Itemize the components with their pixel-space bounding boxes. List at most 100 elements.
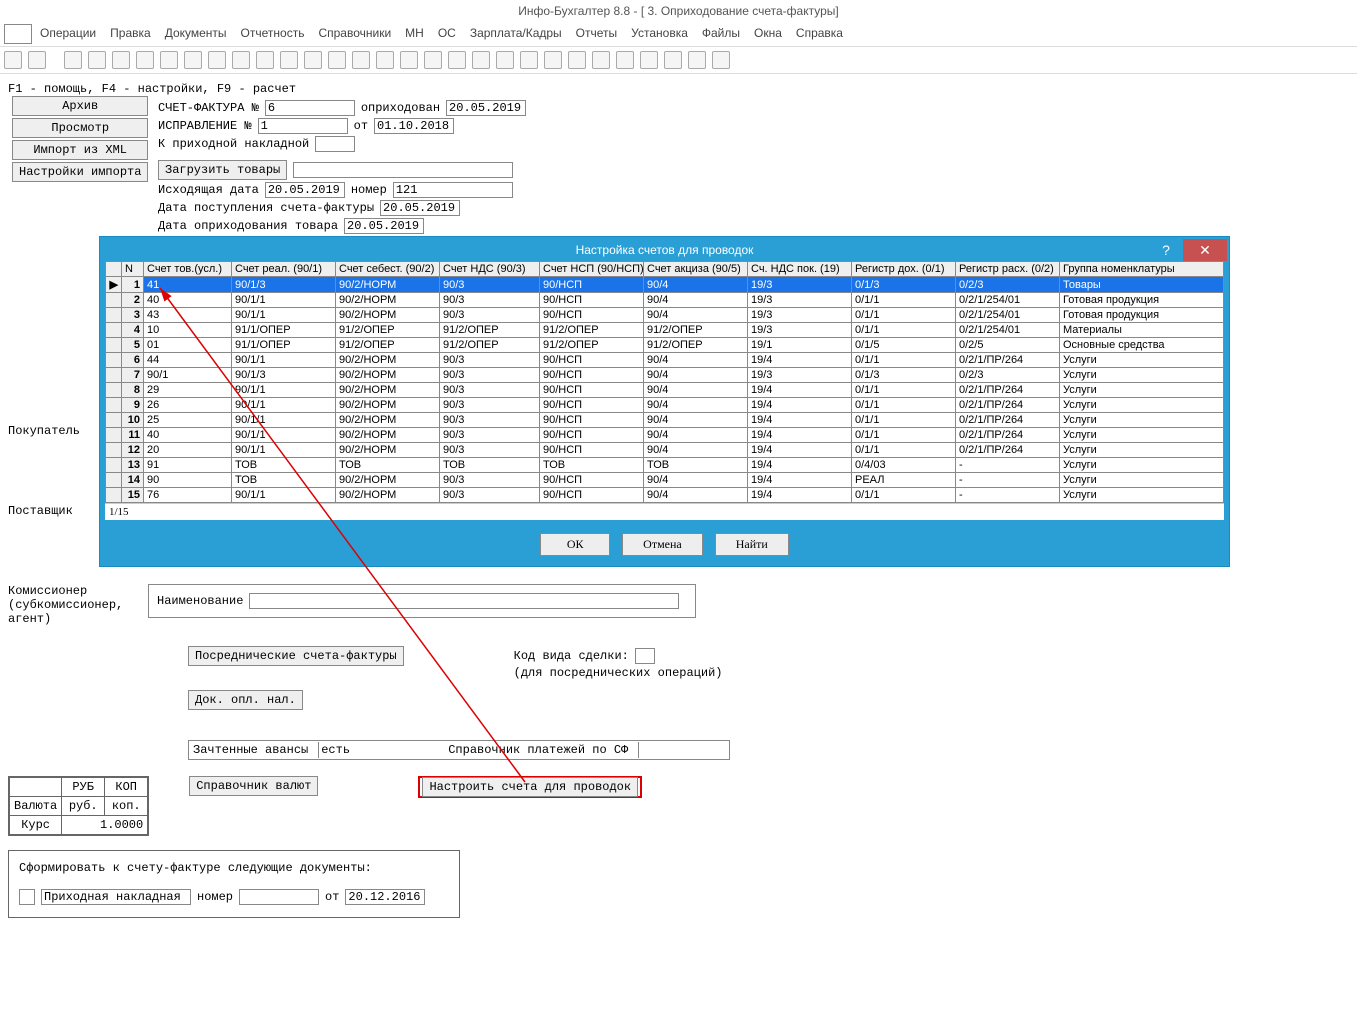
table-row[interactable]: 1391ТОВТОВТОВТОВТОВ19/40/4/03-Услуги (106, 458, 1224, 473)
table-header[interactable]: Регистр расх. (0/2) (956, 262, 1060, 277)
toolbar-icon[interactable] (592, 51, 610, 69)
table-header[interactable]: Счет реал. (90/1) (232, 262, 336, 277)
table-header[interactable]: Счет тов.(усл.) (144, 262, 232, 277)
sf-recv-date[interactable] (380, 200, 460, 216)
table-row[interactable]: 50191/1/ОПЕР91/2/ОПЕР91/2/ОПЕР91/2/ОПЕР9… (106, 338, 1224, 353)
out-date-input[interactable] (265, 182, 345, 198)
toolbar-icon[interactable] (688, 51, 706, 69)
cancel-button[interactable]: Отмена (622, 533, 703, 556)
menu-operations[interactable]: Операции (34, 24, 102, 44)
table-row[interactable]: 102590/1/190/2/НОРМ90/390/НСП90/419/40/1… (106, 413, 1224, 428)
toolbar-icon[interactable] (400, 51, 418, 69)
menu-salary[interactable]: Зарплата/Кадры (464, 24, 568, 44)
help-icon[interactable]: ? (1151, 239, 1181, 261)
toolbar-icon[interactable] (520, 51, 538, 69)
toolbar-icon[interactable] (544, 51, 562, 69)
configure-accounts-button[interactable]: Настроить счета для проводок (422, 777, 638, 797)
menu-windows[interactable]: Окна (748, 24, 788, 44)
table-row[interactable]: 34390/1/190/2/НОРМ90/390/НСП90/419/30/1/… (106, 308, 1224, 323)
preview-button[interactable]: Просмотр (12, 118, 148, 138)
table-row[interactable]: 1490ТОВ90/2/НОРМ90/390/НСП90/419/4РЕАЛ-У… (106, 473, 1224, 488)
cut-icon[interactable] (64, 51, 82, 69)
accounts-table[interactable]: NСчет тов.(усл.)Счет реал. (90/1)Счет се… (105, 261, 1224, 503)
toolbar-icon[interactable] (304, 51, 322, 69)
toolbar-icon[interactable] (712, 51, 730, 69)
toolbar-icon[interactable] (496, 51, 514, 69)
to-invoice-input[interactable] (315, 136, 355, 152)
deal-code-input[interactable] (635, 648, 655, 664)
sf-posted-date[interactable] (446, 100, 526, 116)
currency-ref-button[interactable]: Справочник валют (189, 776, 318, 796)
table-header[interactable]: Счет НДС (90/3) (440, 262, 540, 277)
menu-mn[interactable]: МН (399, 24, 430, 44)
archive-button[interactable]: Архив (12, 96, 148, 116)
toolbar-icon[interactable] (184, 51, 202, 69)
corr-from-date[interactable] (374, 118, 454, 134)
toolbar-icon[interactable] (616, 51, 634, 69)
sf-number-input[interactable] (265, 100, 355, 116)
load-goods-button[interactable]: Загрузить товары (158, 160, 287, 180)
doc-num-input[interactable] (239, 889, 319, 905)
table-header[interactable]: N (122, 262, 144, 277)
menu-documents[interactable]: Документы (159, 24, 233, 44)
import-xml-button[interactable]: Импорт из XML (12, 140, 148, 160)
table-header[interactable]: Сч. НДС пок. (19) (748, 262, 852, 277)
toolbar-icon[interactable] (232, 51, 250, 69)
toolbar-icon[interactable] (568, 51, 586, 69)
table-header[interactable]: Счет акциза (90/5) (644, 262, 748, 277)
copy-icon[interactable] (88, 51, 106, 69)
table-header[interactable]: Счет себест. (90/2) (336, 262, 440, 277)
menu-files[interactable]: Файлы (696, 24, 746, 44)
goods-date-input[interactable] (344, 218, 424, 234)
doc-check[interactable] (19, 889, 35, 905)
doc-from-date[interactable] (345, 889, 425, 905)
toolbar-icon[interactable] (280, 51, 298, 69)
toolbar-icon[interactable] (136, 51, 154, 69)
intermediary-sf-button[interactable]: Посреднические счета-фактуры (188, 646, 404, 666)
toolbar-icon[interactable] (208, 51, 226, 69)
table-row[interactable]: 114090/1/190/2/НОРМ90/390/НСП90/419/40/1… (106, 428, 1224, 443)
toolbar-icon[interactable] (328, 51, 346, 69)
menu-icon[interactable] (4, 24, 32, 44)
table-row[interactable]: 64490/1/190/2/НОРМ90/390/НСП90/419/40/1/… (106, 353, 1224, 368)
toolbar-icon[interactable] (4, 51, 22, 69)
table-row[interactable]: 790/190/1/390/2/НОРМ90/390/НСП90/419/30/… (106, 368, 1224, 383)
table-row[interactable]: 92690/1/190/2/НОРМ90/390/НСП90/419/40/1/… (106, 398, 1224, 413)
toolbar-icon[interactable] (640, 51, 658, 69)
out-num-input[interactable] (393, 182, 513, 198)
menu-setup[interactable]: Установка (625, 24, 694, 44)
advances-value[interactable] (318, 742, 438, 758)
table-header[interactable]: Регистр дох. (0/1) (852, 262, 956, 277)
toolbar-icon[interactable] (424, 51, 442, 69)
menu-reports[interactable]: Отчеты (570, 24, 623, 44)
table-row[interactable]: ▶14190/1/390/2/НОРМ90/390/НСП90/419/30/1… (106, 277, 1224, 293)
pay-ref-input[interactable] (638, 742, 688, 758)
toolbar-icon[interactable] (352, 51, 370, 69)
toolbar-icon[interactable] (472, 51, 490, 69)
toolbar-icon[interactable] (256, 51, 274, 69)
table-header[interactable]: Счет НСП (90/НСП) (540, 262, 644, 277)
paste-icon[interactable] (112, 51, 130, 69)
table-row[interactable]: 122090/1/190/2/НОРМ90/390/НСП90/419/40/1… (106, 443, 1224, 458)
menu-reporting[interactable]: Отчетность (235, 24, 311, 44)
menu-help[interactable]: Справка (790, 24, 849, 44)
menu-os[interactable]: ОС (432, 24, 462, 44)
table-row[interactable]: 41091/1/ОПЕР91/2/ОПЕР91/2/ОПЕР91/2/ОПЕР9… (106, 323, 1224, 338)
toolbar-icon[interactable] (448, 51, 466, 69)
doc-pay-button[interactable]: Док. опл. нал. (188, 690, 303, 710)
table-row[interactable]: 82990/1/190/2/НОРМ90/390/НСП90/419/40/1/… (106, 383, 1224, 398)
import-settings-button[interactable]: Настройки импорта (12, 162, 148, 182)
toolbar-icon[interactable] (160, 51, 178, 69)
find-button[interactable]: Найти (715, 533, 789, 556)
load-goods-input[interactable] (293, 162, 513, 178)
doc-kind[interactable] (41, 889, 191, 905)
close-icon[interactable]: ✕ (1183, 239, 1227, 261)
ok-button[interactable]: ОК (540, 533, 610, 556)
menu-refs[interactable]: Справочники (312, 24, 397, 44)
table-header[interactable] (106, 262, 122, 277)
toolbar-icon[interactable] (376, 51, 394, 69)
menu-edit[interactable]: Правка (104, 24, 157, 44)
toolbar-icon[interactable] (664, 51, 682, 69)
table-row[interactable]: 157690/1/190/2/НОРМ90/390/НСП90/419/40/1… (106, 488, 1224, 503)
table-header[interactable]: Группа номенклатуры (1060, 262, 1224, 277)
